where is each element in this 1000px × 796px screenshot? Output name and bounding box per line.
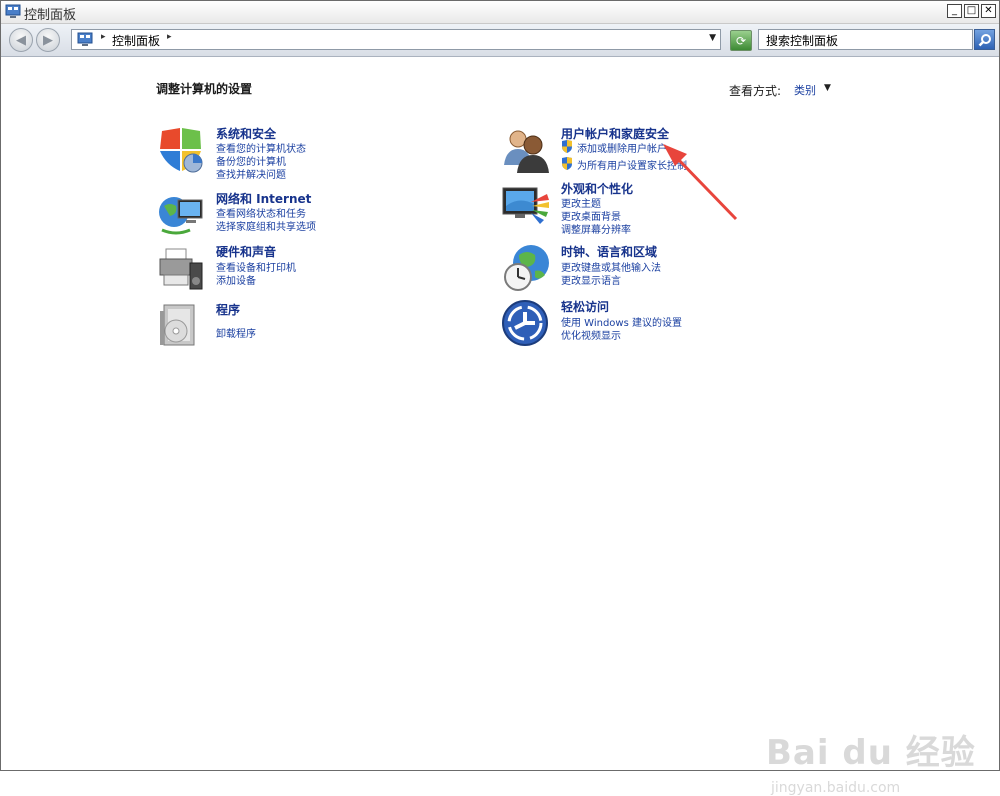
window-controls: _ □ ✕	[947, 4, 996, 18]
watermark-url: jingyan.baidu.com	[771, 780, 901, 796]
address-dropdown-icon[interactable]: ▼	[709, 33, 716, 43]
search-button[interactable]	[974, 29, 995, 50]
window-title: 控制面板	[24, 8, 77, 23]
navigation-bar: ◀ ▶ ▸ 控制面板 ▸ ▼ ⟳ 搜索控制面板	[1, 24, 999, 57]
search-input[interactable]: 搜索控制面板	[758, 29, 973, 50]
annotation-arrow-icon	[663, 144, 738, 221]
minimize-button[interactable]: _	[947, 4, 962, 18]
maximize-button[interactable]: □	[964, 4, 979, 18]
close-button[interactable]: ✕	[981, 4, 996, 18]
refresh-button[interactable]: ⟳	[730, 30, 752, 51]
back-arrow-icon: ◀	[16, 32, 26, 48]
breadcrumb-chevron-icon[interactable]: ▸	[101, 32, 106, 42]
content-area: 调整计算机的设置 查看方式: 类别 ▼ 系统和安全 查看您的计算机状态 备份您的…	[1, 57, 999, 796]
breadcrumb-control-panel[interactable]: 控制面板	[112, 32, 160, 49]
search-icon	[978, 33, 991, 46]
search-placeholder: 搜索控制面板	[766, 34, 839, 48]
control-panel-icon	[77, 32, 93, 46]
control-panel-icon	[5, 4, 21, 18]
watermark-logo: Bai du 经验	[766, 733, 976, 773]
breadcrumb-chevron-icon[interactable]: ▸	[167, 32, 172, 42]
address-bar[interactable]: ▸ 控制面板 ▸ ▼	[71, 29, 721, 50]
title-bar: 控制面板 _ □ ✕	[1, 1, 999, 24]
forward-button[interactable]: ▶	[36, 28, 60, 52]
refresh-icon: ⟳	[735, 33, 747, 48]
back-button[interactable]: ◀	[9, 28, 33, 52]
control-panel-window: 控制面板 _ □ ✕ ◀ ▶ ▸ 控制面板 ▸ ▼ ⟳ 搜索控制面板 调整计算机…	[0, 0, 1000, 796]
forward-arrow-icon: ▶	[43, 32, 53, 48]
